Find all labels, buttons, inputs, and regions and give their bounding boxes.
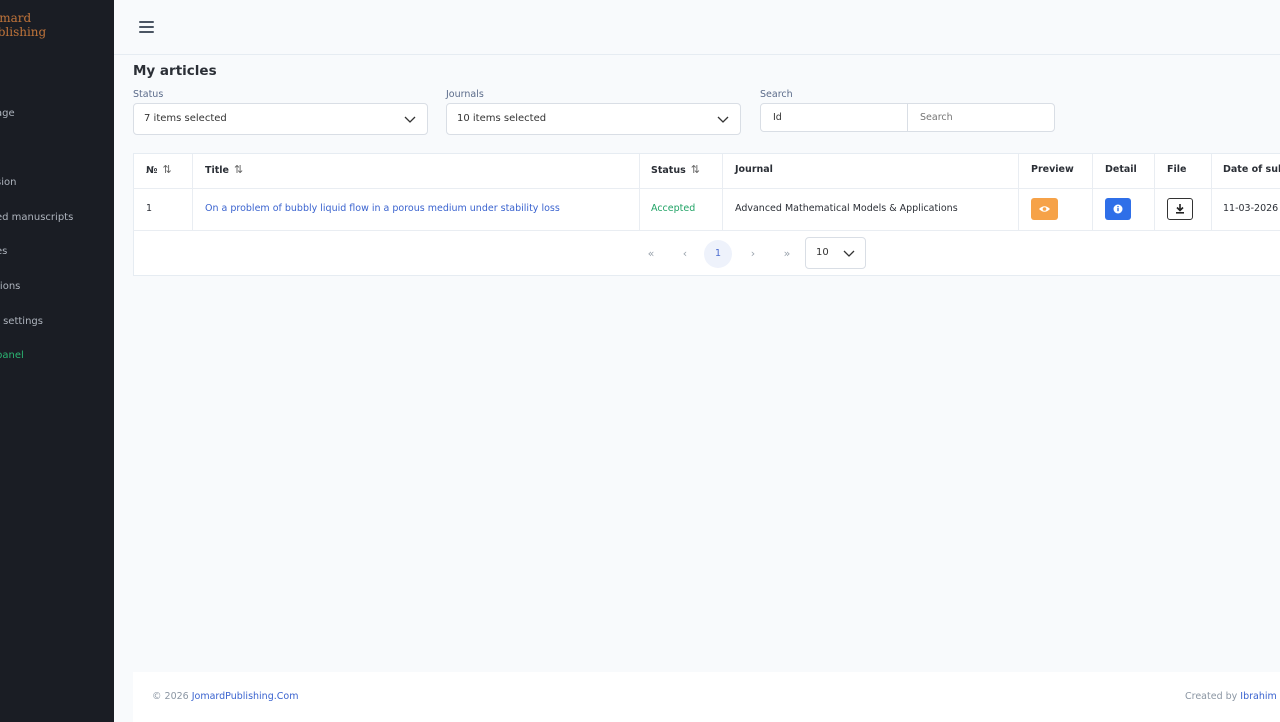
page-size-select[interactable]: 10 (805, 237, 866, 269)
column-divider (192, 154, 193, 231)
chevron-down-icon (717, 116, 729, 123)
copyright-text: © 2026 (152, 691, 192, 702)
submission-date: 11-03-2026 (1223, 203, 1279, 214)
column-header-label: Status (651, 165, 686, 176)
column-divider (722, 154, 723, 231)
brand-line-1: omard (0, 11, 32, 25)
column-divider (639, 154, 640, 231)
search-field-selector[interactable] (760, 103, 908, 132)
top-bar (114, 0, 1280, 55)
footer (133, 672, 1280, 722)
search-input[interactable] (907, 103, 1055, 132)
column-header-title[interactable]: Title ⇅ (205, 163, 243, 178)
sidebar-item-submitted-manuscripts[interactable]: ed manuscripts (0, 211, 73, 225)
download-file-button[interactable] (1167, 198, 1193, 220)
eye-icon (1039, 206, 1050, 212)
download-icon (1176, 204, 1184, 214)
sidebar-item-submission[interactable]: sion (0, 176, 16, 190)
page-size-value: 10 (816, 247, 829, 258)
table-row-divider (133, 230, 1280, 231)
footer-author-link[interactable]: Ibrahim (1240, 691, 1276, 702)
first-page-button[interactable]: « (637, 240, 665, 268)
journal-name: Advanced Mathematical Models & Applicati… (735, 203, 958, 214)
status-filter-value: 7 items selected (144, 113, 227, 124)
journals-filter-select[interactable]: 10 items selected (446, 103, 741, 135)
column-header-journal: Journal (735, 164, 773, 175)
detail-button[interactable] (1105, 198, 1131, 220)
column-header-preview: Preview (1031, 164, 1074, 175)
column-divider (1211, 154, 1212, 231)
column-divider (1092, 154, 1093, 231)
hamburger-menu-icon[interactable] (139, 19, 155, 33)
sidebar-item-homepage[interactable]: age (0, 107, 15, 121)
sidebar-item-account-settings[interactable]: t settings (0, 315, 43, 329)
column-header-number[interactable]: № ⇅ (146, 163, 172, 178)
current-page-button[interactable]: 1 (704, 240, 732, 268)
search-label: Search (760, 89, 793, 100)
column-divider (1018, 154, 1019, 231)
info-icon (1113, 204, 1123, 214)
credits-text: Created by (1185, 691, 1241, 702)
table-header-divider (133, 188, 1280, 189)
brand-line-2: ublishing (0, 25, 47, 39)
journals-filter-label: Journals (446, 89, 484, 100)
sidebar-item-articles[interactable]: es (0, 245, 7, 259)
status-filter-label: Status (133, 89, 164, 100)
status-badge: Accepted (651, 203, 696, 214)
footer-site-link[interactable]: JomardPublishing.Com (192, 691, 299, 702)
column-divider (1154, 154, 1155, 231)
column-header-status[interactable]: Status ⇅ (651, 163, 700, 178)
last-page-button[interactable]: » (773, 240, 801, 268)
next-page-button[interactable]: › (739, 240, 767, 268)
status-filter-select[interactable]: 7 items selected (133, 103, 428, 135)
footer-copyright: © 2026 JomardPublishing.Com (152, 691, 298, 702)
preview-button[interactable] (1031, 198, 1058, 220)
row-number: 1 (146, 203, 153, 214)
column-header-date: Date of sub (1223, 164, 1280, 175)
chevron-down-icon (843, 250, 855, 257)
column-header-label: Title (205, 165, 229, 176)
column-header-file: File (1167, 164, 1187, 175)
sort-icon[interactable]: ⇅ (162, 163, 171, 176)
prev-page-button[interactable]: ‹ (671, 240, 699, 268)
sidebar-item-notifications[interactable]: tions (0, 280, 20, 294)
chevron-down-icon (404, 116, 416, 123)
footer-credits: Created by Ibrahim (1185, 691, 1277, 702)
column-header-detail: Detail (1105, 164, 1137, 175)
column-header-label: № (146, 165, 158, 176)
brand-logo[interactable]: omard ublishing (0, 11, 56, 39)
sidebar: omard ublishing age sion ed manuscripts … (0, 0, 114, 722)
sort-icon[interactable]: ⇅ (691, 163, 700, 176)
article-title-link[interactable]: On a problem of bubbly liquid flow in a … (205, 202, 560, 216)
journals-filter-value: 10 items selected (457, 113, 547, 124)
sort-icon[interactable]: ⇅ (234, 163, 243, 176)
sidebar-item-panel[interactable]: panel (0, 349, 24, 363)
page-title: My articles (133, 63, 217, 79)
